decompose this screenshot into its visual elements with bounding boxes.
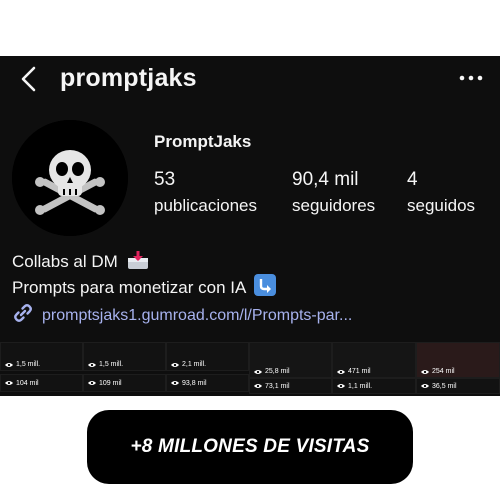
skull-crossbones-icon [12,120,128,236]
bio-line-1: Collabs al DM [12,250,149,273]
reel-tile[interactable]: 254 mil [416,342,500,378]
inbox-tray-icon [127,251,148,269]
reel-tile[interactable]: 93,8 mil [166,374,249,392]
following-count: 4 [407,169,418,190]
followers-label: seguidores [292,196,376,215]
reel-views: 25,8 mil [265,368,290,375]
following-label: seguidos [407,196,476,215]
display-name: PromptJaks [154,132,252,151]
reel-tile[interactable]: 2,1 mill. [166,342,249,371]
visits-banner-text: +8 MILLONES DE VISITAS [130,436,370,457]
reel-tile[interactable]: 1,1 mill. [332,378,416,394]
profile-link[interactable]: promptsjaks1.gumroad.com/l/Prompts-par..… [12,302,352,326]
eye-icon [171,363,179,367]
reel-tile[interactable]: 104 mil [0,374,83,392]
eye-icon [421,370,429,374]
reel-tile[interactable]: 36,5 mil [416,378,500,394]
eye-icon [421,384,429,388]
link-icon [14,304,32,322]
eye-icon [5,381,13,385]
reel-views: 471 mil [348,368,371,375]
followers-count: 90,4 mil [292,169,359,190]
reel-views: 93,8 mil [182,379,207,387]
arrow-down-right-icon [254,274,277,296]
reel-tile[interactable]: 1,5 mill. [83,342,166,371]
reel-views: 109 mil [99,379,122,387]
reel-views: 1,5 mill. [16,361,41,368]
reel-tile[interactable]: 109 mil [83,374,166,392]
reel-views: 1,5 mill. [99,361,124,368]
avatar[interactable] [12,120,128,236]
eye-icon [254,384,262,388]
profile-screen: promptjaks PromptJaks 53 publicaciones 9… [0,56,500,396]
eye-icon [88,381,96,385]
eye-icon [337,370,345,374]
posts-label: publicaciones [154,196,258,215]
eye-icon [5,363,13,367]
profile-username: promptjaks [60,64,197,92]
posts-stat[interactable]: 53 publicaciones [154,168,257,218]
profile-link-text: promptsjaks1.gumroad.com/l/Prompts-par..… [42,307,353,324]
visits-banner: +8 MILLONES DE VISITAS [87,410,413,484]
reel-tile[interactable]: 471 mil [332,342,416,378]
reel-views: 1,1 mill. [348,382,373,390]
reel-tile[interactable]: 1,5 mill. [0,342,83,371]
more-horizontal-icon[interactable] [458,68,484,88]
chevron-left-icon[interactable] [18,66,40,92]
following-stat[interactable]: 4 seguidos [407,168,475,218]
eye-icon [337,384,345,388]
reel-views: 73,1 mil [265,382,290,390]
bio-line-2: Prompts para monetizar con IA [12,274,277,299]
reel-tile[interactable]: 73,1 mil [249,378,332,394]
eye-icon [254,370,262,374]
reel-views: 36,5 mil [432,382,457,390]
followers-stat[interactable]: 90,4 mil seguidores [292,168,375,218]
reel-views: 254 mil [432,368,455,375]
reel-views: 2,1 mill. [182,361,207,368]
reel-tile[interactable]: 25,8 mil [249,342,332,378]
eye-icon [171,381,179,385]
bio-line-1-text: Collabs al DM [12,252,118,271]
top-bar: promptjaks [0,56,500,102]
reels-grid: 1,5 mill. 1,5 mill. 2,1 mill. 25,8 mil 4… [0,342,500,396]
reel-views: 104 mil [16,379,39,387]
eye-icon [88,363,96,367]
posts-count: 53 [154,169,176,190]
bio-line-2-text: Prompts para monetizar con IA [12,278,246,297]
